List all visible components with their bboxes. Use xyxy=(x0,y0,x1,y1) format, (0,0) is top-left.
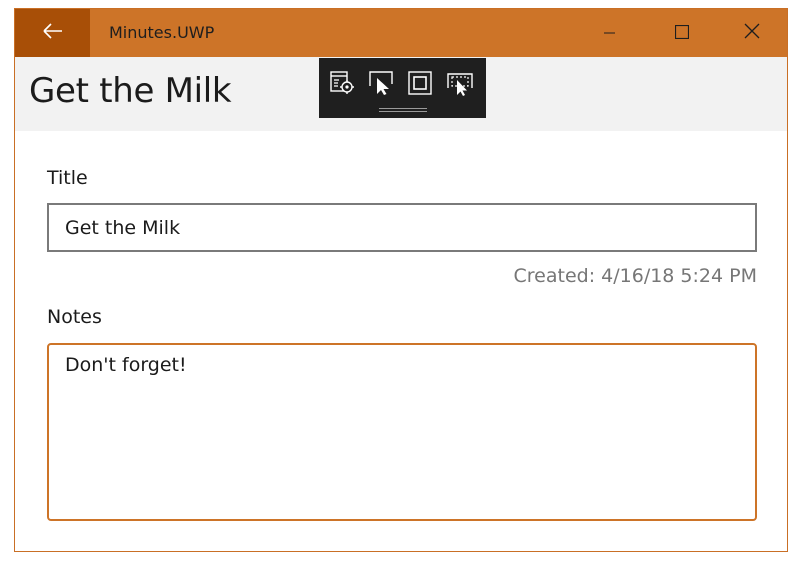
xaml-debug-toolbar xyxy=(319,58,486,118)
page-title: Get the Milk xyxy=(29,71,232,111)
maximize-icon xyxy=(674,24,690,43)
notes-input[interactable]: Don't forget! xyxy=(47,343,757,521)
title-input[interactable] xyxy=(47,203,757,252)
minimize-button[interactable] xyxy=(575,9,645,57)
track-focused-element-icon[interactable] xyxy=(445,68,475,98)
close-button[interactable] xyxy=(717,9,787,57)
title-bar[interactable]: Minutes.UWP xyxy=(15,9,787,57)
arrow-left-icon xyxy=(42,23,63,43)
live-visual-tree-icon[interactable] xyxy=(327,68,357,98)
close-icon xyxy=(744,23,760,43)
notes-label: Notes xyxy=(47,306,102,328)
app-title: Minutes.UWP xyxy=(109,23,215,42)
maximize-button[interactable] xyxy=(647,9,717,57)
select-element-icon[interactable] xyxy=(367,68,397,98)
display-layout-adorners-icon[interactable] xyxy=(405,68,435,98)
created-timestamp: Created: 4/16/18 5:24 PM xyxy=(513,265,757,287)
toolbar-grip[interactable] xyxy=(379,108,427,113)
app-window: Minutes.UWP Get the Milk Title Get the M… xyxy=(14,8,788,552)
back-button[interactable] xyxy=(15,9,90,57)
minimize-icon xyxy=(604,24,616,43)
title-label: Title xyxy=(47,167,88,189)
